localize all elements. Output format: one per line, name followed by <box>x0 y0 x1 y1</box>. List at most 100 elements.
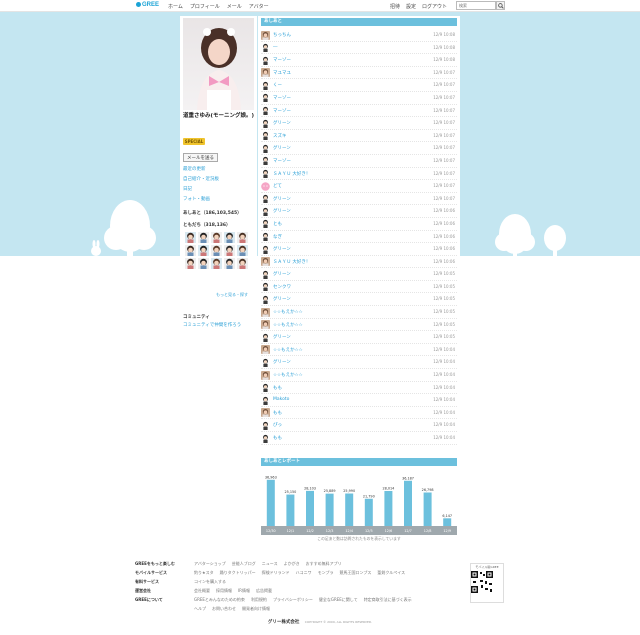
visitor-name[interactable]: もも <box>273 410 282 416</box>
footer-link[interactable]: モンプラ <box>318 570 334 576</box>
default-avatar-icon[interactable] <box>261 269 270 279</box>
visitor-name[interactable]: どて <box>273 183 282 189</box>
link-self-intro[interactable]: 自己紹介・近況板 <box>183 177 219 183</box>
footer-link[interactable]: コインを購入する <box>194 579 226 585</box>
visitor-name[interactable]: マユマユ <box>273 70 291 76</box>
default-avatar-icon[interactable] <box>261 219 270 229</box>
footer-link[interactable]: 採用情報 <box>216 588 232 594</box>
footer-link[interactable]: 特定商取引法に基づく表示 <box>364 597 412 603</box>
default-avatar-icon[interactable] <box>261 332 270 342</box>
visitor-name[interactable]: とも <box>273 221 282 227</box>
footer-link[interactable]: IR情報 <box>238 588 250 594</box>
user-photo-icon[interactable] <box>261 307 270 317</box>
footer-link[interactable]: 健全なGREEに関して <box>319 597 358 603</box>
nav-mail[interactable]: メール <box>227 3 242 10</box>
footer-link[interactable]: お問い合わせ <box>212 606 236 612</box>
footer-link[interactable]: 広告掲載 <box>256 588 272 594</box>
default-avatar-icon[interactable] <box>261 156 270 166</box>
nav-profile[interactable]: プロフィール <box>190 3 220 10</box>
visitor-name[interactable]: グリーン <box>273 196 291 202</box>
footer-link[interactable]: 釣り★スタ <box>194 570 214 576</box>
nav-avatar[interactable]: アバター <box>249 3 269 10</box>
default-avatar-icon[interactable] <box>261 194 270 204</box>
default-avatar-icon[interactable] <box>261 206 270 216</box>
default-avatar-icon[interactable] <box>261 232 270 241</box>
footer-link[interactable]: ヘルプ <box>194 606 206 612</box>
default-avatar-icon[interactable] <box>261 294 270 304</box>
default-avatar-icon[interactable] <box>261 118 270 128</box>
user-photo-icon[interactable] <box>261 30 270 40</box>
visitor-name[interactable]: ＳＡＹＵ 大好き！ <box>273 259 310 265</box>
send-mail-button[interactable]: メールを送る <box>183 153 218 162</box>
visitor-name[interactable]: ☆☆もえか☆☆ <box>273 347 303 353</box>
visitor-name[interactable]: くー <box>273 82 282 88</box>
visitor-name[interactable]: ぴっ <box>273 422 282 428</box>
footer-link[interactable]: 利用規約 <box>251 597 267 603</box>
search-input[interactable] <box>456 1 496 10</box>
visitor-name[interactable]: グリーン <box>273 271 291 277</box>
user-photo-icon[interactable] <box>261 408 270 418</box>
default-avatar-icon[interactable] <box>261 244 270 254</box>
visitor-name[interactable]: グリーン <box>273 296 291 302</box>
default-avatar-icon[interactable] <box>261 357 270 367</box>
friend-avatar[interactable] <box>211 245 222 256</box>
footer-link[interactable]: 開発者向け情報 <box>242 606 270 612</box>
default-avatar-icon[interactable] <box>261 55 270 65</box>
user-photo-icon[interactable] <box>261 257 270 267</box>
footer-link[interactable]: 競馬王国ロンプス <box>339 570 371 576</box>
gree-logo[interactable]: GREE <box>136 2 159 8</box>
visitor-name[interactable]: ちっちん <box>273 32 291 38</box>
user-photo-icon[interactable] <box>261 320 270 330</box>
footer-link[interactable]: 会社概要 <box>194 588 210 594</box>
default-avatar-icon[interactable] <box>261 80 270 90</box>
link-photo-video[interactable]: フォト・動画 <box>183 197 219 203</box>
footer-link[interactable]: GREEとみんなのための約束 <box>194 597 245 603</box>
friend-avatar[interactable] <box>185 245 196 256</box>
user-photo-icon[interactable] <box>261 370 270 380</box>
visitor-name[interactable]: グリーン <box>273 246 291 252</box>
user-photo-icon[interactable] <box>261 68 270 78</box>
friend-avatar[interactable] <box>198 245 209 256</box>
visitor-name[interactable]: マーゾー <box>273 57 291 63</box>
user-photo-icon[interactable] <box>261 345 270 355</box>
visitor-name[interactable]: スズキ <box>273 133 287 139</box>
nav-logout[interactable]: ログアウト <box>422 3 447 10</box>
default-avatar-icon[interactable] <box>261 383 270 393</box>
default-avatar-icon[interactable] <box>261 93 270 103</box>
friend-avatar[interactable] <box>198 258 209 269</box>
friend-avatar[interactable] <box>237 245 248 256</box>
visitor-name[interactable]: マーゾー <box>273 158 291 164</box>
nav-home[interactable]: ホーム <box>168 3 183 10</box>
footer-link[interactable]: ハコニワ <box>296 570 312 576</box>
friend-avatar[interactable] <box>237 232 248 243</box>
footer-link[interactable]: ニュース <box>262 561 278 567</box>
friend-avatar[interactable] <box>211 258 222 269</box>
visitor-name[interactable]: センクワ <box>273 284 291 290</box>
visitor-name[interactable]: マーゾー <box>273 95 291 101</box>
footer-link[interactable]: 聖剣クルペイス <box>377 570 405 576</box>
friend-avatar[interactable] <box>185 258 196 269</box>
friends-more-link[interactable]: もっと見る・探す <box>216 292 248 298</box>
search-button[interactable] <box>496 1 505 10</box>
visitor-name[interactable]: もも <box>273 385 282 391</box>
footer-link[interactable]: 踊りタクトリッパー <box>220 570 256 576</box>
default-avatar-icon[interactable] <box>261 106 270 116</box>
footer-link[interactable]: プライバシーポリシー <box>273 597 313 603</box>
visitor-name[interactable]: ☆☆もえか☆☆ <box>273 309 303 315</box>
friend-avatar[interactable] <box>211 232 222 243</box>
link-recent-updates[interactable]: 最近の更新 <box>183 167 219 173</box>
friend-avatar[interactable] <box>224 258 235 269</box>
visitor-name[interactable]: ― <box>273 45 278 50</box>
footer-link[interactable]: おすすめ無料アプリ <box>306 561 342 567</box>
default-avatar-icon[interactable] <box>261 433 270 443</box>
default-avatar-icon[interactable] <box>261 420 270 430</box>
visitor-name[interactable]: ＳＡＹＵ 大好き！ <box>273 171 310 177</box>
pink-face-icon[interactable] <box>261 181 270 191</box>
visitor-name[interactable]: ☆☆もえか☆☆ <box>273 322 303 328</box>
visitor-name[interactable]: グリーン <box>273 359 291 365</box>
link-diary[interactable]: 日記 <box>183 187 219 193</box>
default-avatar-icon[interactable] <box>261 43 270 53</box>
visitor-name[interactable]: グリーン <box>273 120 291 126</box>
footer-link[interactable]: よかがき <box>284 561 300 567</box>
visitor-name[interactable]: なぎ <box>273 234 282 240</box>
